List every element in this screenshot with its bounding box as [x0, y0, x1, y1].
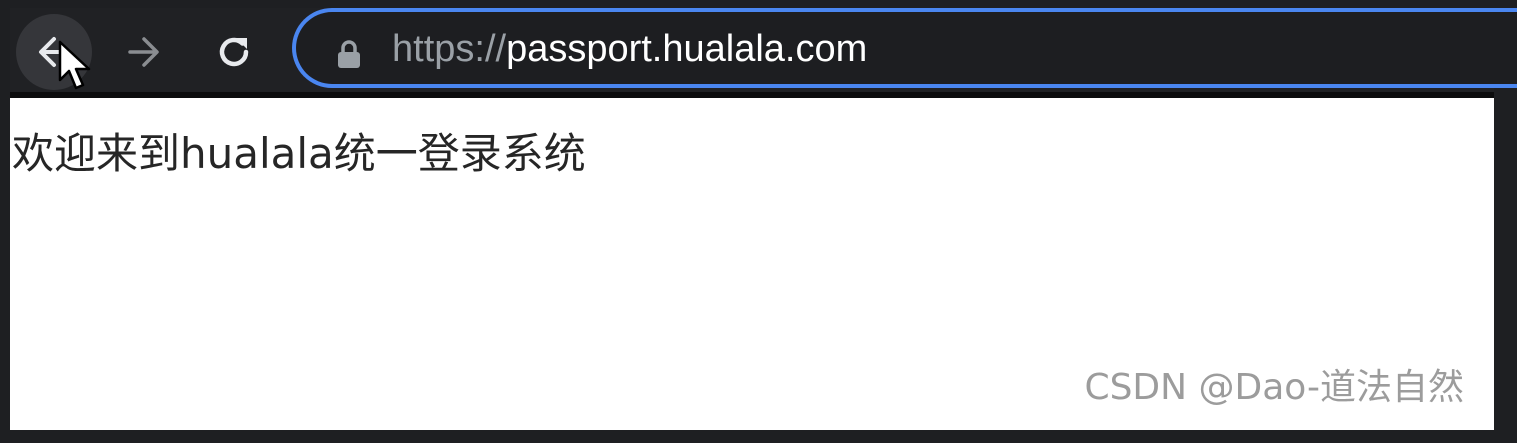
url-text[interactable]: https://passport.hualala.com	[392, 24, 867, 74]
screen-frame: https://passport.hualala.com 欢迎来到hualala…	[0, 0, 1517, 443]
reload-icon	[219, 37, 249, 67]
arrow-left-icon	[39, 37, 70, 67]
arrow-right-icon	[128, 37, 159, 67]
browser-toolbar: https://passport.hualala.com	[10, 8, 1517, 96]
page-viewport: 欢迎来到hualala统一登录系统 CSDN @Dao-道法自然	[10, 98, 1494, 430]
address-bar[interactable]: https://passport.hualala.com	[292, 8, 1517, 88]
lock-icon[interactable]	[336, 38, 362, 70]
url-host: passport.hualala.com	[506, 28, 868, 70]
page-heading: 欢迎来到hualala统一登录系统	[12, 129, 586, 178]
reload-button[interactable]	[196, 14, 272, 90]
watermark: CSDN @Dao-道法自然	[1084, 367, 1464, 408]
url-scheme: https://	[392, 28, 507, 70]
forward-button[interactable]	[106, 14, 182, 90]
back-button[interactable]	[16, 14, 92, 90]
